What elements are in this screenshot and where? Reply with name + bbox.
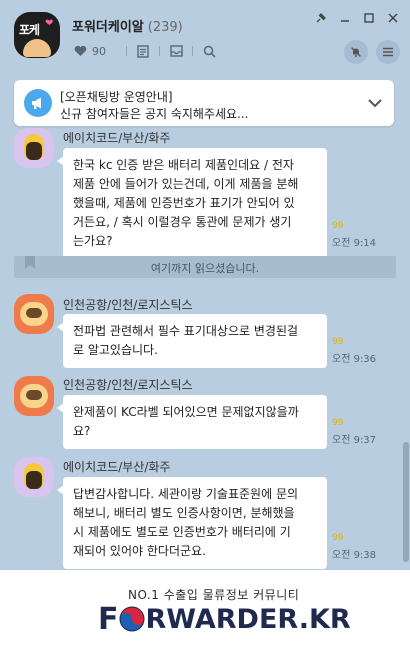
- forwarder-logo: F RWARDER.KR: [98, 601, 351, 637]
- toolbar-divider: [126, 46, 127, 56]
- taegeuk-globe-icon: [119, 606, 144, 632]
- message-line: 재되어 있어야 한다더군요.: [73, 544, 206, 558]
- read-marker: 여기까지 읽으셨습니다.: [14, 256, 396, 278]
- message-time: 오전 9:14: [332, 238, 377, 249]
- header-toolbar: 90: [72, 42, 217, 60]
- unread-count: 99: [332, 337, 344, 347]
- unread-count: 99: [332, 418, 344, 428]
- close-icon[interactable]: [388, 13, 398, 23]
- message-line: 완제품이 KC라벨 되어있으면 문제없지않을까: [73, 405, 299, 419]
- toolbar-divider: [192, 46, 193, 56]
- chat-scrollbar[interactable]: [403, 442, 409, 562]
- heart-sticker-icon: ❤: [45, 18, 54, 29]
- message-line: 요?: [73, 424, 91, 438]
- notice-title: [오픈채팅방 운영안내]: [60, 90, 173, 104]
- avatar-character-face: [26, 390, 42, 400]
- unread-count: 99: [332, 221, 344, 231]
- message-bubble[interactable]: 한국 kc 인증 받은 배터리 제품인데요 / 전자 제품 안에 들어가 있는건…: [57, 148, 327, 259]
- message-line: 거든요, / 혹시 이럴경우 통관에 문제가 생기: [73, 215, 292, 229]
- avatar-character-face: [26, 308, 42, 318]
- sender-avatar[interactable]: [14, 294, 54, 334]
- message-line: 답변감사합니다. 세관이랑 기술표준원에 문의: [73, 487, 299, 501]
- sender-name: 인천공항/인천/로지스틱스: [63, 298, 193, 312]
- search-icon[interactable]: [201, 43, 217, 59]
- message-time: 오전 9:36: [332, 354, 377, 365]
- maximize-icon[interactable]: [364, 13, 374, 23]
- sender-avatar[interactable]: [14, 376, 54, 416]
- mute-icon[interactable]: [344, 40, 368, 64]
- notice-banner[interactable]: [오픈채팅방 운영안내] 신규 참여자들은 공지 숙지해주세요...: [14, 80, 394, 126]
- message-line: 시 제품에도 별도로 인증번호가 배터리에 기: [73, 525, 291, 539]
- read-marker-text: 여기까지 읽으셨습니다.: [150, 262, 260, 275]
- message-time: 오전 9:38: [332, 550, 377, 561]
- member-count: (239): [147, 20, 183, 35]
- message-line: 한국 kc 인증 받은 배터리 제품인데요 / 전자: [73, 158, 294, 172]
- chat-header: 포케 ❤ 포워더케이알 (239) 90: [0, 0, 410, 70]
- room-title: 포워더케이알 (239): [72, 16, 183, 35]
- avatar-character-body: [26, 471, 42, 489]
- sender-avatar[interactable]: [14, 457, 54, 497]
- message-bubble[interactable]: 완제품이 KC라벨 되어있으면 문제없지않을까 요?: [57, 395, 327, 449]
- chevron-down-icon[interactable]: [366, 94, 384, 112]
- message-bubble[interactable]: 답변감사합니다. 세관이랑 기술표준원에 문의 해보니, 배터리 별도 인증사항…: [57, 477, 327, 569]
- header-actions: [344, 40, 400, 64]
- room-avatar-text: 포케: [19, 23, 40, 37]
- window-controls: [316, 13, 398, 23]
- toolbar-divider: [159, 46, 160, 56]
- inbox-icon[interactable]: [168, 43, 184, 59]
- brand-footer: NO.1 수출입 물류정보 커뮤니티 F RWARDER.KR: [0, 570, 410, 645]
- message-bubble[interactable]: 전파법 관련해서 필수 표기대상으로 변경된걸 로 알고있습니다.: [57, 314, 327, 368]
- notice-subtitle: 신규 참여자들은 공지 숙지해주세요...: [60, 107, 249, 121]
- avatar-face: [23, 39, 51, 57]
- message-line: 전파법 관련해서 필수 표기대상으로 변경된걸: [73, 324, 299, 338]
- minimize-icon[interactable]: [340, 13, 350, 23]
- sender-avatar[interactable]: [14, 128, 54, 168]
- sender-name: 인천공항/인천/로지스틱스: [63, 378, 193, 392]
- pin-icon[interactable]: [316, 13, 326, 23]
- message-time: 오전 9:37: [332, 435, 377, 446]
- room-name: 포워더케이알: [72, 20, 144, 35]
- logo-first-letter: F: [98, 601, 118, 637]
- sender-name: 에이치코드/부산/화주: [63, 460, 171, 474]
- message-line: 로 알고있습니다.: [73, 343, 158, 357]
- message-line: 해보니, 배터리 별도 인증사항이면, 분해했을: [73, 506, 295, 520]
- heart-icon[interactable]: [72, 43, 88, 59]
- chat-area[interactable]: [오픈채팅방 운영안내] 신규 참여자들은 공지 숙지해주세요... 에이치코드…: [0, 70, 410, 570]
- room-avatar[interactable]: 포케 ❤: [14, 12, 60, 58]
- logo-rest: RWARDER.KR: [145, 603, 351, 635]
- avatar-character-body: [26, 142, 42, 160]
- menu-icon[interactable]: [376, 40, 400, 64]
- message-line: 는가요?: [73, 234, 113, 248]
- brand-tagline: NO.1 수출입 물류정보 커뮤니티: [128, 588, 300, 602]
- megaphone-icon: [24, 89, 52, 117]
- like-count: 90: [92, 44, 106, 58]
- message-line: 했을때, 제품에 인증번호가 표기가 안되어 있: [73, 196, 295, 210]
- sender-name: 에이치코드/부산/화주: [63, 131, 171, 145]
- message-line: 제품 안에 들어가 있는건데, 이게 제품을 분해: [73, 177, 299, 191]
- unread-count: 99: [332, 533, 344, 543]
- notice-board-icon[interactable]: [135, 43, 151, 59]
